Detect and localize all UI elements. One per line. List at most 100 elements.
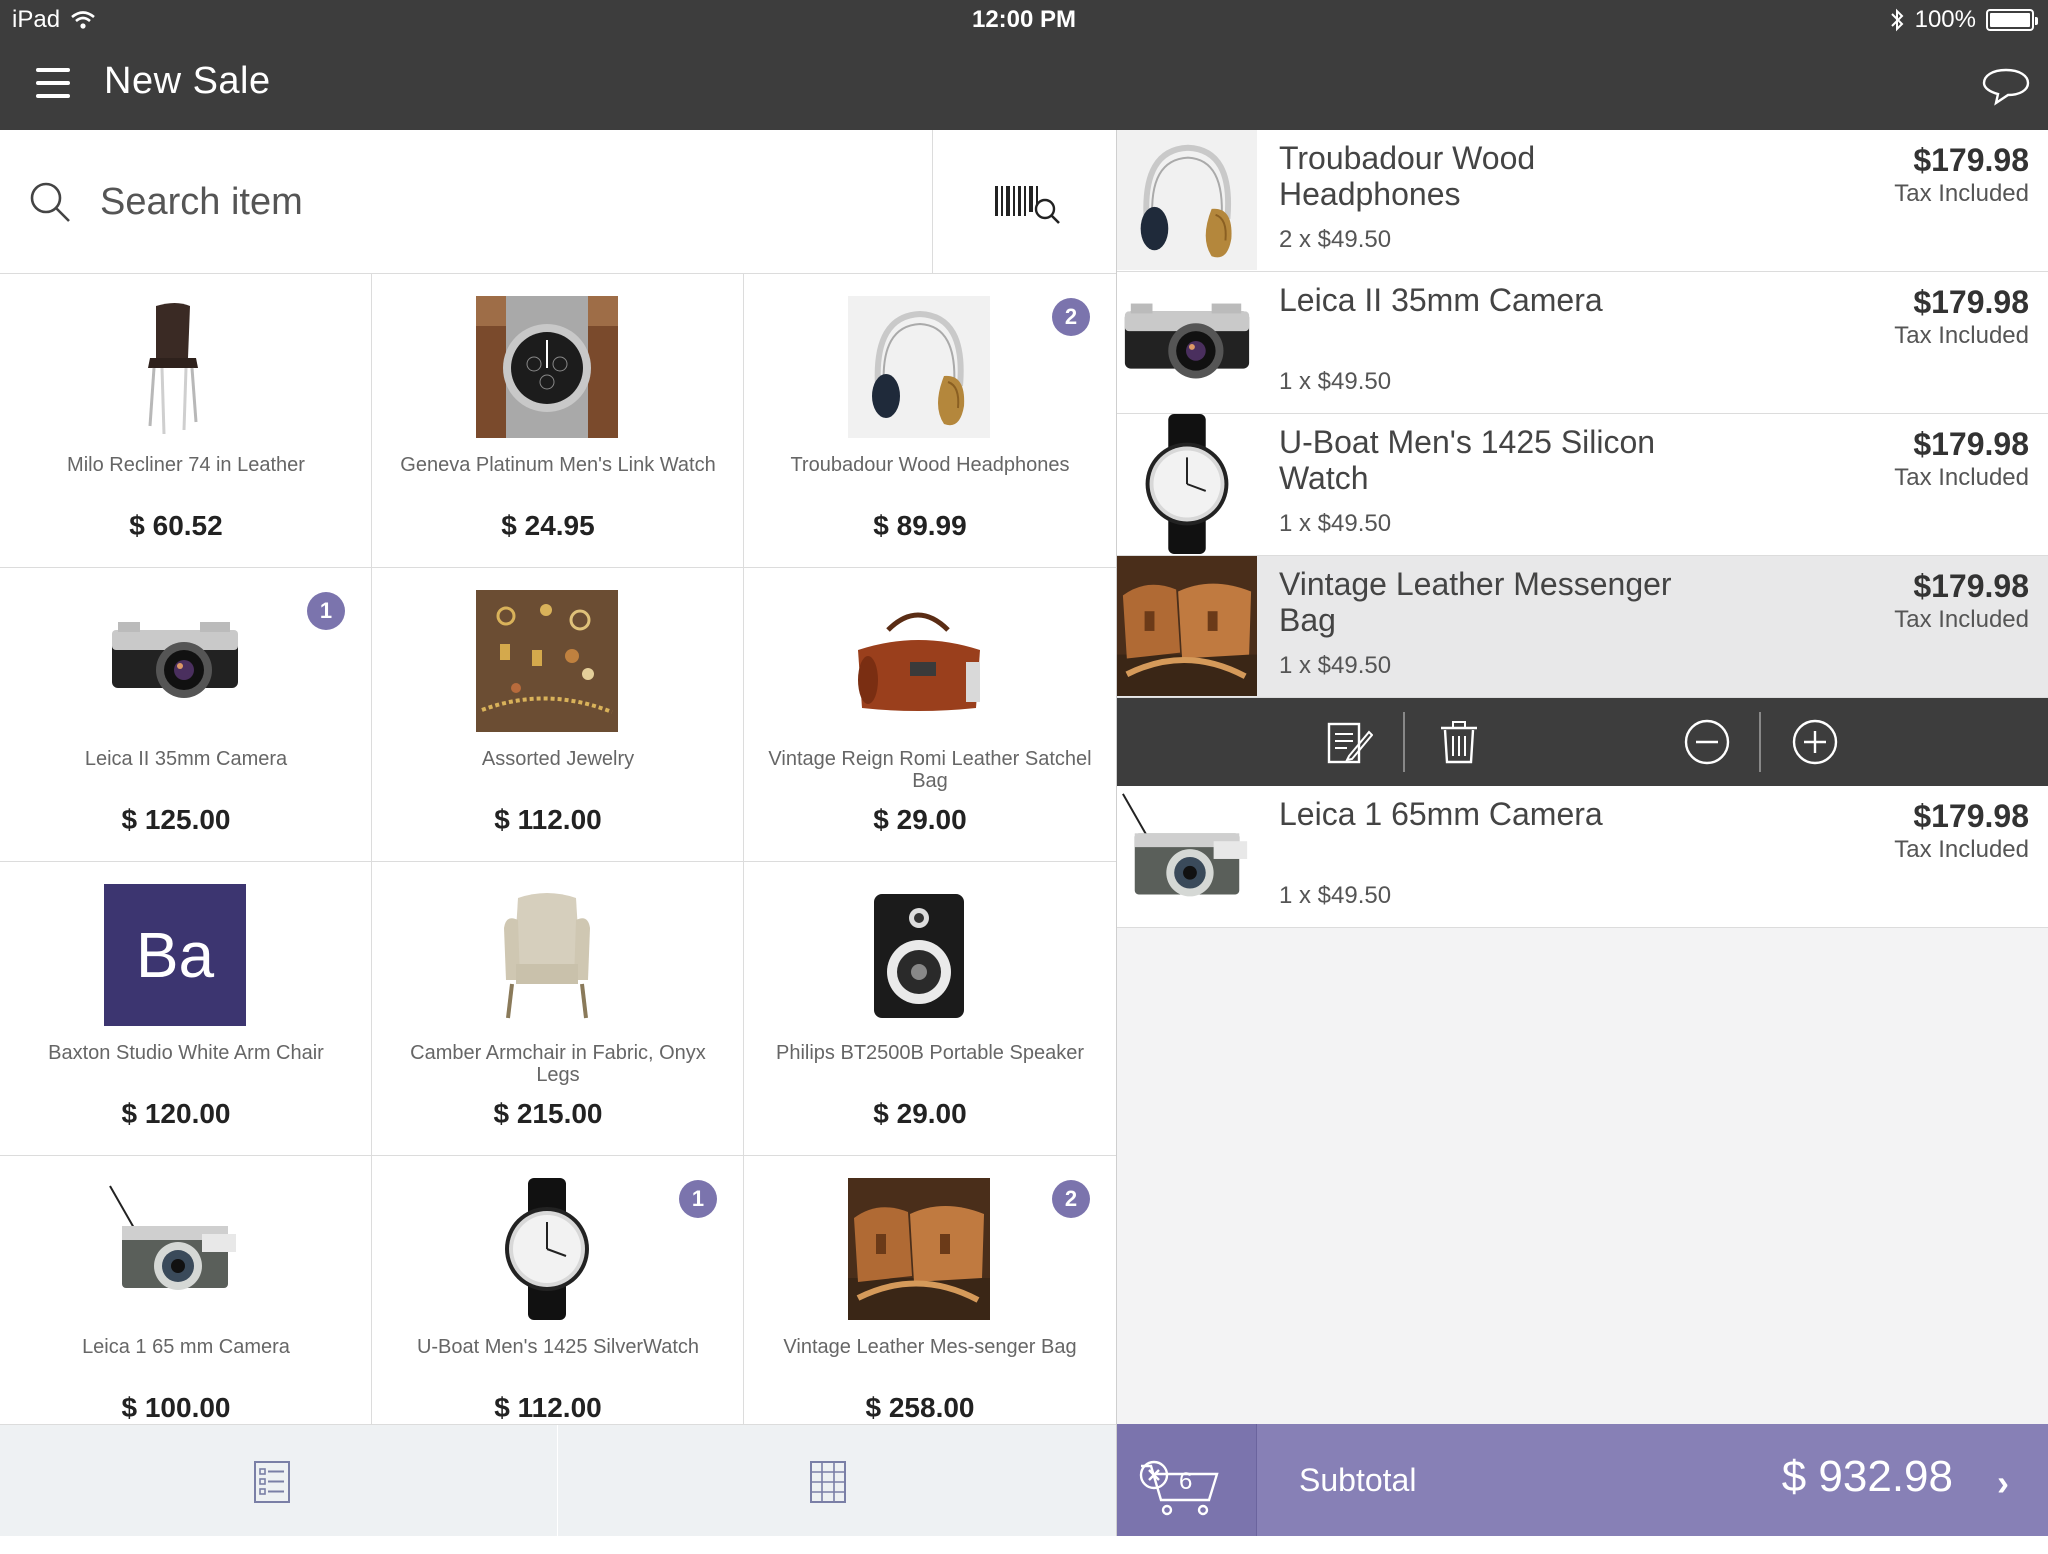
cart-item-tax: Tax Included [1894, 180, 2029, 207]
barcode-scan-icon [995, 186, 1060, 224]
view-toggle-bar [0, 1424, 1116, 1537]
product-name: Philips BT2500B Portable Speaker [776, 1042, 1084, 1064]
product-image [104, 590, 246, 732]
checkout-bar[interactable]: 6 Subtotal $ 932.98 › [1117, 1424, 2048, 1536]
product-name: Assorted Jewelry [481, 748, 635, 770]
cart-count: 6 [1179, 1468, 1193, 1495]
decrease-quantity-icon[interactable] [1683, 718, 1731, 766]
product-image [476, 884, 618, 1026]
product-image [104, 1178, 246, 1320]
product-tile[interactable]: Leica 1 65 mm Camera $ 100.00 [0, 1156, 372, 1450]
cart-item-total: $179.98 [1913, 798, 2029, 834]
cart-item-total: $179.98 [1913, 284, 2029, 320]
product-price: $ 215.00 [493, 1098, 603, 1129]
cart-item-tax: Tax Included [1894, 606, 2029, 633]
quantity-badge: 2 [1052, 298, 1090, 336]
product-price: $ 100.00 [121, 1392, 231, 1423]
cart-item[interactable]: Leica 1 65mm Camera 1 x $49.50 $179.98 Tax … [1117, 786, 2048, 928]
search-input[interactable] [100, 174, 800, 230]
product-image [848, 590, 990, 732]
cart-item-title: Leica 1 65mm Camera [1279, 796, 1603, 832]
product-name: Geneva Platinum Men's Link Watch [400, 454, 716, 476]
product-tile[interactable]: Assorted Jewelry $ 112.00 [372, 568, 744, 862]
quantity-badge: 1 [679, 1180, 717, 1218]
product-image: Ba [104, 884, 246, 1026]
product-tile[interactable]: U-Boat Men's 1425 SilverWatch $ 112.00 1 [372, 1156, 744, 1450]
product-price: $ 125.00 [121, 804, 231, 835]
cart-item-total: $179.98 [1913, 426, 2029, 462]
cart-item[interactable]: Troubadour Wood Headphones 2 x $49.50 $179… [1117, 130, 2048, 272]
product-price: $ 89.99 [873, 510, 967, 541]
product-name: Camber Armchair in Fabric, Onyx Legs [410, 1042, 706, 1086]
product-price: $ 24.95 [501, 510, 595, 541]
cart-item-quantity: 1 x $49.50 [1279, 652, 1392, 679]
cart-item-image [1117, 414, 1257, 554]
cart-item-title: Troubadour Wood Headphones [1279, 140, 1536, 212]
cart-item-title: Leica II 35mm Camera [1279, 282, 1603, 318]
product-tile[interactable]: Vintage Leather Mes-senger Bag $ 258.00 2 [744, 1156, 1116, 1450]
cart-item-total: $179.98 [1913, 142, 2029, 178]
product-name: U-Boat Men's 1425 SilverWatch [416, 1336, 700, 1358]
product-tile[interactable]: Philips BT2500B Portable Speaker $ 29.00 [744, 862, 1116, 1156]
battery-icon [1986, 9, 2038, 31]
battery-percent: 100% [1914, 6, 1976, 33]
edit-note-icon[interactable] [1325, 718, 1373, 766]
product-tile[interactable]: Milo Recliner 74 in Leather $ 60.52 [0, 274, 372, 568]
product-name: Vintage Reign Romi Leather Satchel Bag [768, 748, 1092, 792]
grid-view-icon[interactable] [810, 1461, 846, 1503]
cart-item-actions [1117, 698, 2048, 786]
product-price: $ 29.00 [873, 804, 967, 835]
chevron-right-icon: › [1997, 1462, 2009, 1503]
barcode-scan-button[interactable] [932, 130, 1116, 274]
product-panel: Milo Recliner 74 in Leather $ 60.52 Geneva… [0, 130, 1116, 1537]
chat-bubble-icon[interactable] [1982, 66, 2030, 106]
cart-item-tax: Tax Included [1894, 322, 2029, 349]
cart-item[interactable]: U-Boat Men's 1425 Silicon Watch 1 x $49.5… [1117, 414, 2048, 556]
cart-button[interactable]: 6 [1117, 1424, 1257, 1536]
product-image [848, 296, 990, 438]
increase-quantity-icon[interactable] [1791, 718, 1839, 766]
product-image [476, 590, 618, 732]
cart-item-quantity: 2 x $49.50 [1279, 226, 1392, 253]
toggle-divider [557, 1425, 558, 1537]
product-tile[interactable]: Geneva Platinum Men's Link Watch $ 24.95 [372, 274, 744, 568]
product-price: $ 258.00 [865, 1392, 975, 1423]
top-bar: iPad 12:00 PM 100% New Sale [0, 0, 2048, 130]
nav-bar: New Sale [0, 40, 2048, 130]
product-image [476, 1178, 618, 1320]
status-right: 100% [1889, 6, 2038, 34]
product-tile[interactable]: Vintage Reign Romi Leather Satchel Bag $ … [744, 568, 1116, 862]
product-price: $ 29.00 [873, 1098, 967, 1129]
product-image [476, 296, 618, 438]
list-view-icon[interactable] [254, 1461, 290, 1503]
cart-item-tax: Tax Included [1894, 464, 2029, 491]
cart-item[interactable]: Leica II 35mm Camera 1 x $49.50 $179.98 Tax… [1117, 272, 2048, 414]
status-bar: iPad 12:00 PM 100% [0, 0, 2048, 40]
cart-item-image [1117, 556, 1257, 696]
quantity-badge: 2 [1052, 1180, 1090, 1218]
product-image [848, 884, 990, 1026]
cart-item-quantity: 1 x $49.50 [1279, 368, 1392, 395]
product-name: Leica 1 65 mm Camera [82, 1336, 290, 1358]
cart-item-tax: Tax Included [1894, 836, 2029, 863]
product-price: $ 60.52 [129, 510, 223, 541]
page-title: New Sale [104, 60, 271, 102]
menu-icon[interactable] [36, 68, 70, 98]
product-price: $ 112.00 [494, 804, 602, 835]
product-name: Milo Recliner 74 in Leather [67, 454, 305, 476]
cart-item-quantity: 1 x $49.50 [1279, 882, 1392, 909]
product-tile[interactable]: Leica II 35mm Camera $ 125.00 1 [0, 568, 372, 862]
subtotal-amount: $ 932.98 [1781, 1452, 1953, 1501]
subtotal-label: Subtotal [1299, 1462, 1417, 1498]
product-image [848, 1178, 990, 1320]
product-name: Leica II 35mm Camera [84, 748, 288, 770]
product-tile[interactable]: Camber Armchair in Fabric, Onyx Legs $ 21… [372, 862, 744, 1156]
search-icon [30, 182, 70, 222]
clear-cart-icon[interactable] [1139, 1460, 1169, 1490]
trash-icon[interactable] [1435, 718, 1483, 766]
cart-item-total: $179.98 [1913, 568, 2029, 604]
action-divider [1759, 712, 1761, 772]
cart-item[interactable]: Vintage Leather Messenger Bag 1 x $49.50 $… [1117, 556, 2048, 698]
product-tile[interactable]: Troubadour Wood Headphones $ 89.99 2 [744, 274, 1116, 568]
product-tile[interactable]: Ba Baxton Studio White Arm Chair $ 120.00 [0, 862, 372, 1156]
